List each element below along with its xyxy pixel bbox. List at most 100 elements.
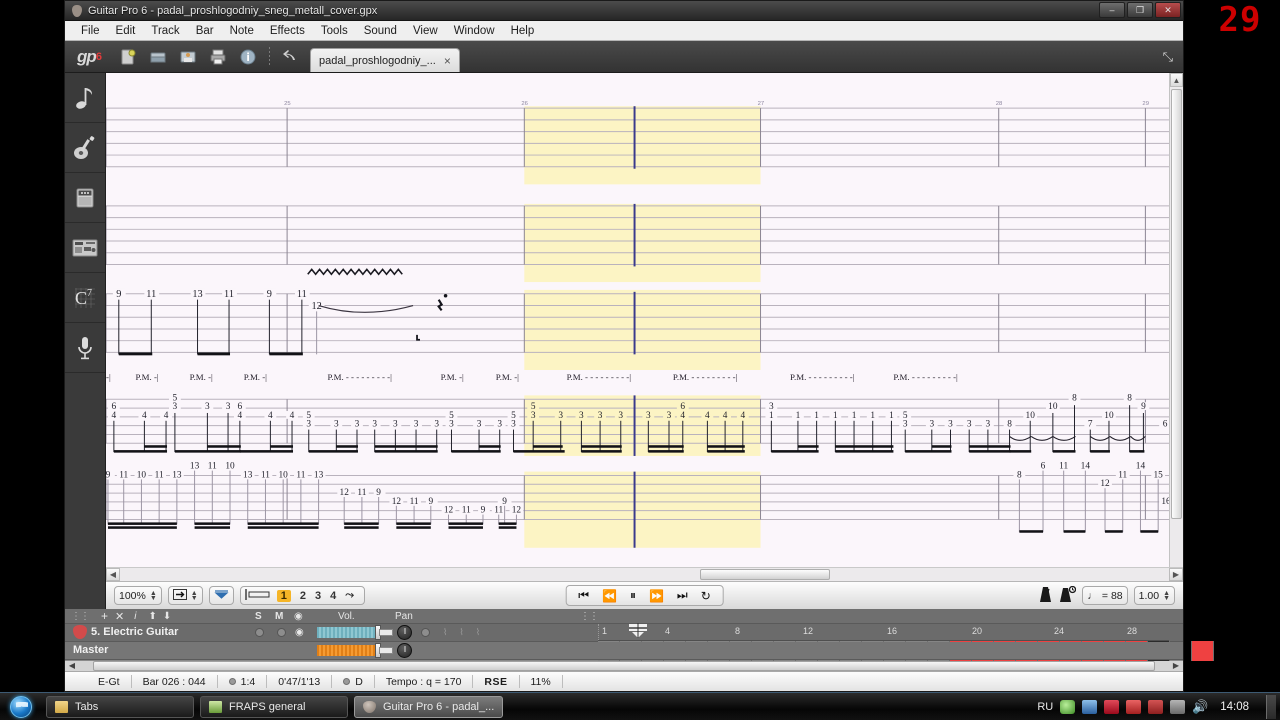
menu-edit[interactable]: Edit — [108, 23, 144, 39]
track-extra-toggle[interactable] — [421, 627, 430, 637]
fast-forward-button[interactable]: ⏩ — [649, 589, 664, 603]
timeline-playhead[interactable] — [627, 622, 649, 638]
track-info-button[interactable]: i — [134, 611, 136, 622]
rewind-button[interactable]: ⏪ — [602, 589, 617, 603]
update-icon[interactable] — [1060, 699, 1076, 714]
mixer-grip-icon[interactable]: ⋮⋮ — [71, 611, 90, 622]
kaspersky-icon[interactable] — [1104, 699, 1120, 714]
document-tab-close-icon[interactable]: × — [444, 54, 451, 68]
count-in-icon[interactable] — [1059, 585, 1077, 606]
page-layout-selector[interactable]: ▲ ▼ — [167, 586, 203, 605]
new-file-icon[interactable] — [115, 44, 141, 70]
loop-button[interactable]: ↻ — [701, 589, 711, 603]
network-icon[interactable] — [1170, 699, 1186, 714]
menu-file[interactable]: File — [73, 23, 108, 39]
display-icon[interactable] — [1082, 699, 1098, 714]
mute-toggle[interactable] — [277, 627, 286, 637]
mixer-scroll-right-icon[interactable]: ▶ — [1169, 661, 1183, 670]
track-fx-slots[interactable]: ⌇⌇⌇ — [443, 627, 492, 638]
move-track-up-button[interactable]: ⬆ — [148, 611, 156, 622]
minimize-button[interactable]: – — [1099, 2, 1125, 18]
score-canvas[interactable]: 9 11 13 11 9 11 12 6 4 4 4 5 3 3 3 6 4 4… — [106, 73, 1169, 581]
menu-window[interactable]: Window — [446, 23, 503, 39]
page-nav-group[interactable]: 1 2 3 4 ⤳ — [239, 586, 366, 605]
sidebar-item-chords[interactable]: C7 — [65, 273, 105, 323]
taskbar-item-fraps[interactable]: FRAPS general — [200, 695, 348, 718]
mixer-scroll-thumb[interactable] — [93, 660, 1155, 671]
master-volume-slider[interactable] — [317, 642, 393, 658]
volume-icon[interactable]: 🔊 — [1192, 699, 1208, 714]
tempo-field[interactable]: ♩ = 88 — [1082, 586, 1128, 605]
info-icon[interactable] — [235, 44, 261, 70]
document-tab[interactable]: padal_proshlogodniy_... × — [310, 48, 460, 72]
scroll-left-icon[interactable]: ◀ — [106, 568, 120, 581]
hscroll-track[interactable] — [120, 568, 1169, 581]
metronome-icon[interactable] — [1038, 586, 1053, 606]
status-rse[interactable]: RSE — [473, 675, 520, 688]
speed-stepper-icon[interactable]: ▲ ▼ — [1163, 590, 1170, 602]
layout-stepper-icon[interactable]: ▲ ▼ — [191, 590, 198, 602]
sidebar-item-notes[interactable] — [65, 73, 105, 123]
mixer-horizontal-scrollbar[interactable]: ◀ ▶ — [65, 659, 1183, 671]
start-button[interactable] — [2, 694, 40, 720]
expand-icon[interactable]: ⤡ — [1163, 49, 1173, 65]
maximize-button[interactable]: ❐ — [1127, 2, 1153, 18]
taskbar-item-tabs[interactable]: Tabs — [46, 695, 194, 718]
scroll-up-icon[interactable]: ▲ — [1170, 73, 1183, 87]
undo-icon[interactable] — [278, 44, 304, 70]
language-indicator[interactable]: RU — [1037, 701, 1053, 713]
solo-toggle[interactable] — [255, 627, 264, 637]
timeline-ruler[interactable]: 1 4 8 12 16 20 24 28 — [598, 622, 1169, 640]
go-to-start-button[interactable]: ⏮ — [578, 588, 589, 603]
volume-slider[interactable] — [317, 624, 393, 640]
vertical-scroll-thumb[interactable] — [1171, 89, 1182, 519]
mixer-scroll-left-icon[interactable]: ◀ — [65, 661, 79, 670]
taskbar-item-guitarpro[interactable]: Guitar Pro 6 - padal_... — [354, 695, 504, 718]
move-track-down-button[interactable]: ⬇ — [163, 611, 171, 622]
horizontal-scroll-thumb[interactable] — [700, 569, 830, 580]
menu-sound[interactable]: Sound — [356, 23, 405, 39]
antivirus-icon[interactable] — [1126, 699, 1142, 714]
sidebar-item-amp[interactable] — [65, 173, 105, 223]
menu-help[interactable]: Help — [503, 23, 543, 39]
sidebar-item-rack[interactable] — [65, 223, 105, 273]
page-1-button[interactable]: 1 — [276, 589, 291, 602]
score-vertical-scrollbar[interactable]: ▲ ▼ — [1169, 73, 1183, 581]
taskbar-clock[interactable]: 14:08 — [1214, 701, 1255, 713]
master-pan-knob[interactable] — [397, 642, 412, 658]
sidebar-item-instrument[interactable] — [65, 123, 105, 173]
page-4-button[interactable]: 4 — [330, 590, 336, 602]
page-view-icon[interactable] — [245, 588, 271, 603]
security-icon[interactable] — [1148, 699, 1164, 714]
zoom-selector[interactable]: 100% ▲ ▼ — [114, 586, 162, 605]
visibility-toggle[interactable]: ◉ — [295, 627, 304, 638]
page-more-icon[interactable]: ⤳ — [345, 589, 354, 602]
vertical-scroll-mode-button[interactable] — [208, 586, 234, 605]
track-name-label[interactable]: 5. Electric Guitar — [91, 626, 178, 638]
zoom-stepper-icon[interactable]: ▲ ▼ — [150, 590, 157, 602]
menu-tools[interactable]: Tools — [313, 23, 356, 39]
go-to-end-button[interactable]: ⏭ — [677, 588, 688, 603]
open-file-icon[interactable] — [145, 44, 171, 70]
pause-button[interactable]: ⏸ — [630, 588, 636, 603]
menu-track[interactable]: Track — [143, 23, 187, 39]
page-3-button[interactable]: 3 — [315, 590, 321, 602]
mixer-master-row[interactable]: Master — [65, 641, 1183, 660]
score-area[interactable]: 9 11 13 11 9 11 12 6 4 4 4 5 3 3 3 6 4 4… — [106, 73, 1183, 609]
remove-track-button[interactable]: ✕ — [115, 610, 124, 623]
mixer-track-row[interactable]: 5. Electric Guitar ◉ ⌇⌇⌇ 1 4 8 12 16 20 … — [65, 622, 1214, 661]
add-track-button[interactable]: + — [101, 609, 108, 623]
timeline-grip-icon[interactable]: ⋮⋮ — [580, 611, 599, 622]
close-button[interactable]: ✕ — [1155, 2, 1181, 18]
print-icon[interactable] — [205, 44, 231, 70]
window-titlebar[interactable]: Guitar Pro 6 - padal_proshlogodniy_sneg_… — [65, 1, 1183, 21]
page-2-button[interactable]: 2 — [300, 590, 306, 602]
menu-effects[interactable]: Effects — [262, 23, 313, 39]
save-file-icon[interactable] — [175, 44, 201, 70]
speed-field[interactable]: 1.00 ▲ ▼ — [1133, 586, 1175, 605]
scroll-right-icon[interactable]: ▶ — [1169, 568, 1183, 581]
timeline[interactable]: 1 4 8 12 16 20 24 28 — [598, 622, 1214, 661]
pan-knob[interactable] — [397, 624, 412, 640]
menu-bar[interactable]: Bar — [188, 23, 222, 39]
menu-view[interactable]: View — [405, 23, 446, 39]
